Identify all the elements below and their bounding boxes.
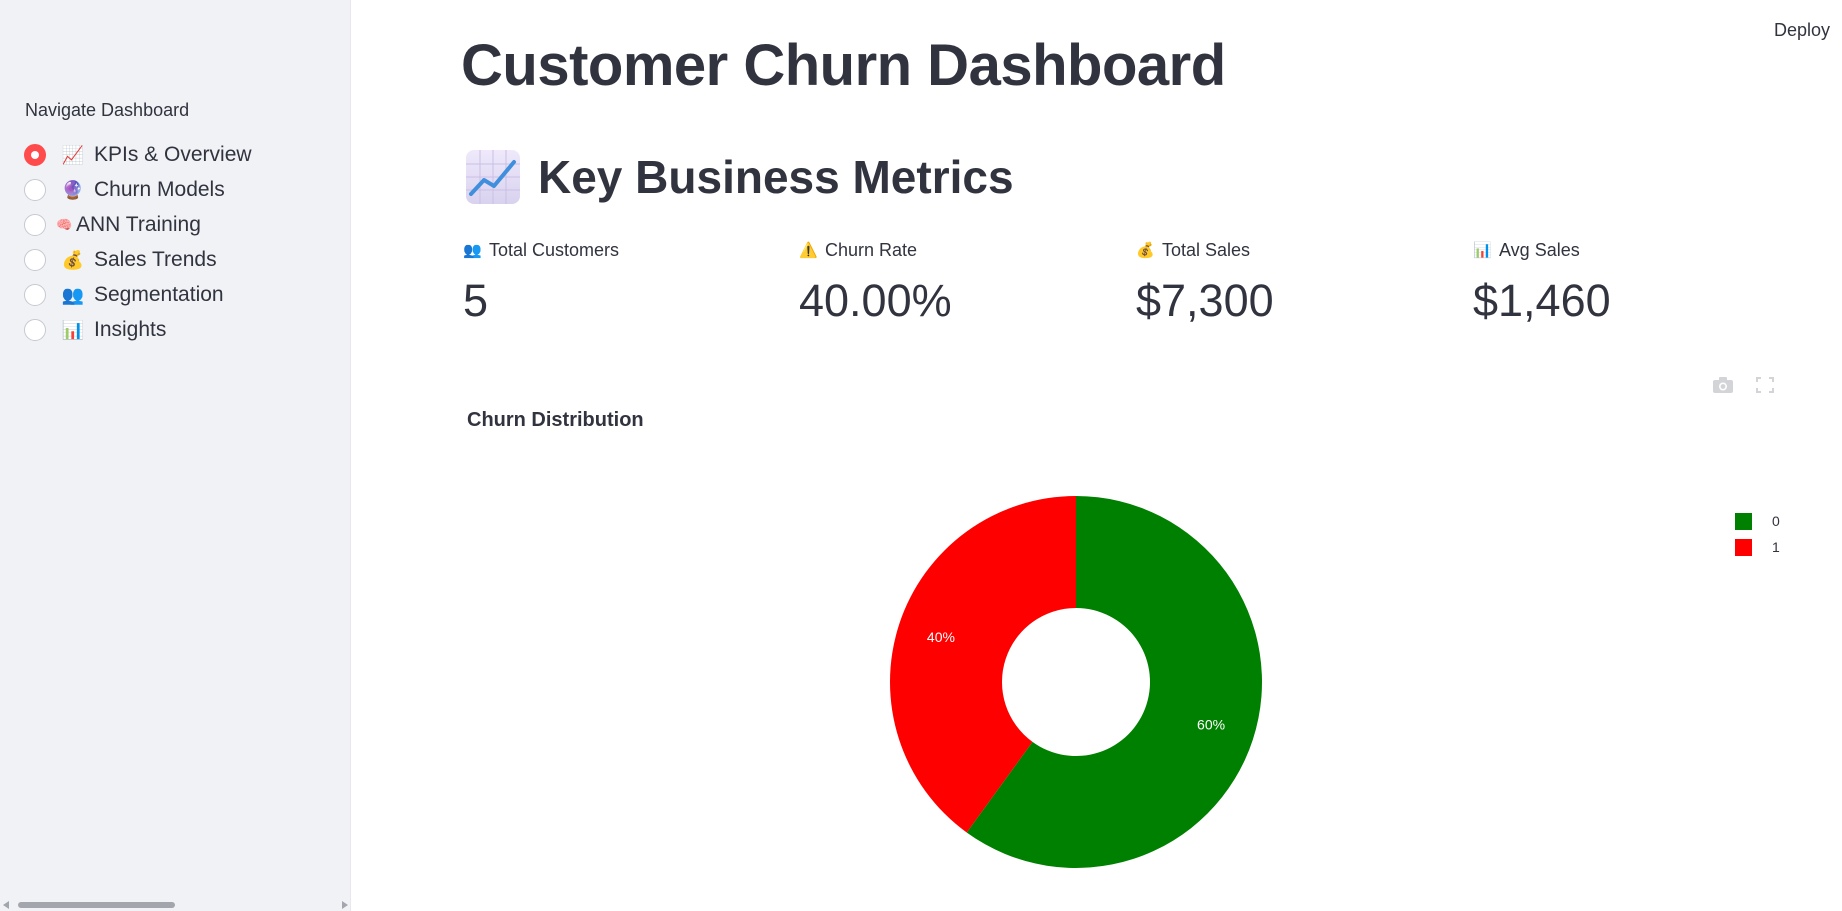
navigation-radio-group: 📈 KPIs & Overview 🔮 Churn Models 🧠 ANN T… [24,137,344,347]
money-bag-icon: 💰 [1136,242,1155,259]
metric-value: $7,300 [1136,275,1274,326]
bar-chart-icon: 📊 [61,319,85,340]
metric-label: 👥 Total Customers [463,239,783,261]
brain-icon: 🧠 [56,217,73,232]
fullscreen-icon[interactable] [1754,376,1776,394]
scroll-right-icon[interactable] [342,901,348,909]
chart-increasing-icon [466,150,520,204]
sidebar-nav-label: Navigate Dashboard [25,100,190,120]
legend-item-1[interactable]: 1 [1735,534,1780,560]
metric-label: 💰 Total Sales [1136,239,1456,261]
metric-churn-rate: ⚠️ Churn Rate 40.00% [799,239,1119,327]
donut-slice-label: 60% [1197,717,1225,733]
sidebar-item-churn-models[interactable]: 🔮 Churn Models [24,172,344,207]
radio-unselected-icon[interactable] [24,213,46,236]
metric-label: 📊 Avg Sales [1473,239,1793,261]
deploy-button[interactable]: Deploy [1774,20,1830,41]
section-title: Key Business Metrics [538,151,1014,203]
metric-total-customers: 👥 Total Customers 5 [463,239,783,327]
sidebar-horizontal-scrollbar[interactable] [0,899,351,911]
sidebar-item-label: KPIs & Overview [94,142,252,166]
sidebar-item-label: Segmentation [94,282,224,306]
camera-icon[interactable] [1712,376,1734,394]
metric-total-sales: 💰 Total Sales $7,300 [1136,239,1456,327]
legend-label: 0 [1772,513,1780,529]
sidebar-item-label: ANN Training [76,212,201,236]
sidebar-item-label: Sales Trends [94,247,217,271]
metric-value: $1,460 [1473,275,1611,326]
chart-legend: 0 1 [1735,508,1780,560]
chart-title: Churn Distribution [467,409,644,431]
metric-avg-sales: 📊 Avg Sales $1,460 [1473,239,1793,327]
metric-label-text: Total Customers [489,239,620,260]
chart-increasing-icon: 📈 [61,144,85,165]
sidebar-item-label: Insights [94,317,167,341]
warning-icon: ⚠️ [799,242,818,259]
sidebar-item-insights[interactable]: 📊 Insights [24,312,344,347]
radio-unselected-icon[interactable] [24,248,46,271]
metric-value: 5 [463,275,489,326]
scrollbar-thumb[interactable] [18,902,175,908]
legend-swatch [1735,512,1752,530]
radio-unselected-icon[interactable] [24,283,46,306]
legend-swatch [1735,538,1752,556]
page-title: Customer Churn Dashboard [461,33,1226,98]
radio-unselected-icon[interactable] [24,318,46,341]
bar-chart-icon: 📊 [1473,242,1492,259]
sidebar-item-label: Churn Models [94,177,225,201]
legend-item-0[interactable]: 0 [1735,508,1780,534]
sidebar-item-kpis-overview[interactable]: 📈 KPIs & Overview [24,137,344,172]
sidebar-item-segmentation[interactable]: 👥 Segmentation [24,277,344,312]
radio-selected-icon[interactable] [24,143,46,166]
scroll-left-icon[interactable] [3,901,9,909]
metric-label: ⚠️ Churn Rate [799,239,1119,261]
sidebar: Navigate Dashboard 📈 KPIs & Overview 🔮 C… [0,0,351,911]
metric-label-text: Churn Rate [825,239,918,260]
people-icon: 👥 [61,284,85,305]
metric-value: 40.00% [799,275,952,326]
crystal-ball-icon: 🔮 [61,179,85,200]
money-bag-icon: 💰 [61,249,85,270]
metric-label-text: Avg Sales [1499,239,1580,260]
sidebar-item-sales-trends[interactable]: 💰 Sales Trends [24,242,344,277]
sidebar-item-ann-training[interactable]: 🧠 ANN Training [24,207,344,242]
metric-label-text: Total Sales [1162,239,1251,260]
legend-label: 1 [1772,539,1780,555]
people-icon: 👥 [463,242,482,259]
section-heading: Key Business Metrics [466,150,1014,204]
donut-slice-label: 40% [927,629,955,645]
radio-unselected-icon[interactable] [24,178,46,201]
